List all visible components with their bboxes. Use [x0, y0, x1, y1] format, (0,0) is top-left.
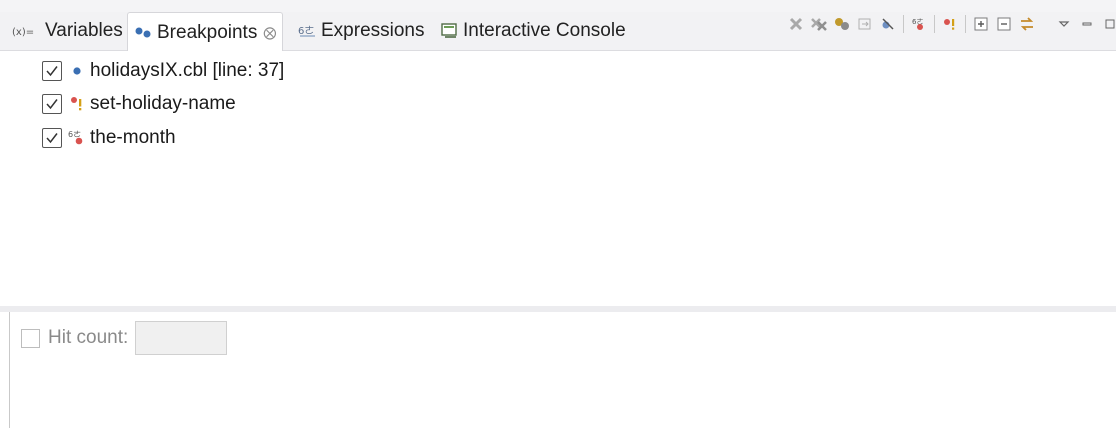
console-icon: [440, 22, 460, 40]
list-item[interactable]: set-holiday-name: [42, 91, 236, 117]
svg-text:6ㄜ: 6ㄜ: [68, 130, 81, 139]
tab-breakpoints[interactable]: Breakpoints ⨂: [127, 12, 284, 52]
skip-all-breakpoints-icon[interactable]: [878, 14, 898, 34]
breakpoints-list: holidaysIX.cbl [line: 37] set-holiday-na…: [0, 51, 1116, 306]
remove-all-breakpoints-icon[interactable]: [809, 14, 829, 34]
pane-left-border: [9, 312, 10, 428]
breakpoint-label: set-holiday-name: [90, 93, 236, 114]
tab-label: Variables: [45, 20, 123, 41]
show-breakpoints-icon[interactable]: [832, 14, 852, 34]
hit-count-row: Hit count:: [21, 320, 228, 356]
hit-count-label: Hit count:: [48, 327, 129, 348]
view-menu-icon[interactable]: [1054, 14, 1074, 34]
tab-interactive-console[interactable]: Interactive Console: [440, 12, 626, 50]
breakpoint-details-pane: Hit count:: [0, 312, 1116, 428]
list-item[interactable]: holidaysIX.cbl [line: 37]: [42, 58, 284, 84]
collapse-all-icon[interactable]: [994, 14, 1014, 34]
add-paragraph-breakpoint-icon[interactable]: [940, 14, 960, 34]
top-strip: [0, 0, 1116, 12]
tab-expressions[interactable]: 6ㄜ Expressions: [298, 12, 425, 50]
watchpoint-icon: 6ㄜ: [68, 128, 86, 148]
minimize-icon[interactable]: [1077, 14, 1097, 34]
enabled-checkbox[interactable]: [42, 94, 62, 114]
paragraph-breakpoint-icon: [68, 94, 86, 114]
tab-variables[interactable]: (x)= Variables: [12, 12, 123, 50]
svg-text:6ㄜ: 6ㄜ: [298, 25, 314, 37]
toolbar-separator: [903, 15, 904, 33]
breakpoint-label: the-month: [90, 127, 176, 148]
enabled-checkbox[interactable]: [42, 128, 62, 148]
enabled-checkbox[interactable]: [42, 61, 62, 81]
svg-text:(x)=: (x)=: [12, 27, 34, 38]
add-watchpoint-icon[interactable]: 6ㄜ: [909, 14, 929, 34]
go-to-file-icon[interactable]: [855, 14, 875, 34]
variables-icon: (x)=: [12, 24, 42, 38]
list-item[interactable]: 6ㄜ the-month: [42, 125, 176, 151]
close-tab-icon[interactable]: ⨂: [263, 25, 276, 41]
breakpoint-label: holidaysIX.cbl [line: 37]: [90, 60, 285, 81]
link-with-debug-view-icon[interactable]: [1017, 14, 1037, 34]
view-toolbar: 6ㄜ: [786, 13, 1116, 35]
line-breakpoint-icon: [68, 61, 86, 81]
tab-label: Interactive Console: [463, 20, 626, 41]
breakpoints-icon: [134, 25, 154, 41]
tab-label: Breakpoints: [157, 21, 258, 43]
maximize-icon[interactable]: [1100, 14, 1116, 34]
hit-count-input[interactable]: [135, 321, 228, 355]
expand-all-icon[interactable]: [971, 14, 991, 34]
tab-label: Expressions: [321, 20, 425, 41]
hit-count-checkbox[interactable]: [21, 328, 40, 348]
toolbar-separator: [965, 15, 966, 33]
expressions-icon: 6ㄜ: [298, 23, 318, 39]
remove-breakpoint-icon[interactable]: [786, 14, 806, 34]
toolbar-separator: [934, 15, 935, 33]
